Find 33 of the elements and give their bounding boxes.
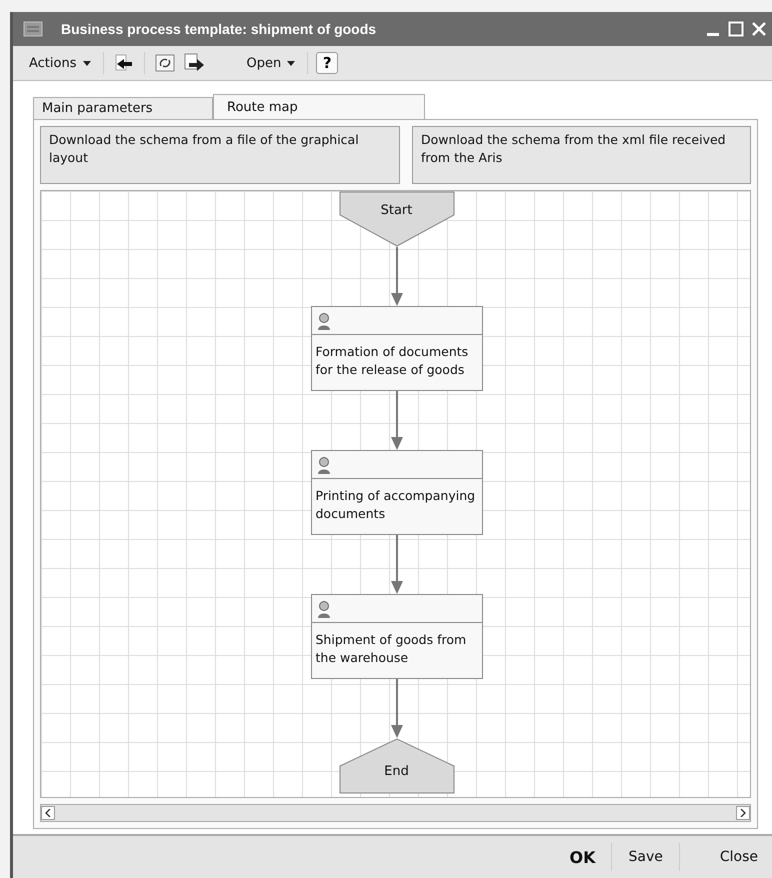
connector-arrow	[390, 535, 402, 594]
caret-icon	[287, 60, 296, 66]
download-schema-button[interactable]: Download the schema from a file of the graphical layout	[40, 126, 400, 184]
task-label: Printing of accompanying documents	[314, 487, 476, 524]
tab[interactable]: Route map	[213, 94, 425, 119]
actions-menu[interactable]: Actions	[25, 54, 94, 72]
footer-button[interactable]: Close	[678, 843, 772, 871]
start-label: Start	[380, 203, 412, 220]
person-icon	[316, 600, 332, 618]
horizontal-scrollbar[interactable]	[40, 804, 751, 822]
caret-icon	[82, 60, 90, 66]
close-icon[interactable]	[752, 22, 766, 36]
end-label: End	[384, 764, 409, 781]
window-title: Business process template: shipment of goods	[61, 21, 378, 37]
footer-button[interactable]: Save	[611, 843, 679, 871]
footer-button[interactable]: OK	[553, 843, 612, 871]
document-arrow-icon[interactable]	[182, 52, 206, 74]
refresh-icon[interactable]	[152, 52, 176, 74]
maximize-icon[interactable]	[728, 21, 744, 37]
task-label: Formation of documents for the release of goods	[314, 343, 470, 380]
window-icon	[23, 21, 43, 37]
connector-arrow	[390, 679, 402, 738]
scroll-left-icon[interactable]	[41, 806, 55, 820]
open-menu[interactable]: Open	[242, 54, 300, 72]
connector-arrow	[390, 391, 402, 450]
help-button[interactable]: ?	[316, 52, 338, 74]
connector-arrow	[390, 247, 402, 306]
person-icon	[316, 312, 332, 330]
tab[interactable]: Main parameters	[33, 97, 213, 119]
person-icon	[316, 456, 332, 474]
task-label: Shipment of goods from the warehouse	[314, 631, 468, 668]
download-schema-button[interactable]: Download the schema from the xml file received from the Aris	[412, 126, 751, 184]
scroll-right-icon[interactable]	[736, 806, 750, 820]
